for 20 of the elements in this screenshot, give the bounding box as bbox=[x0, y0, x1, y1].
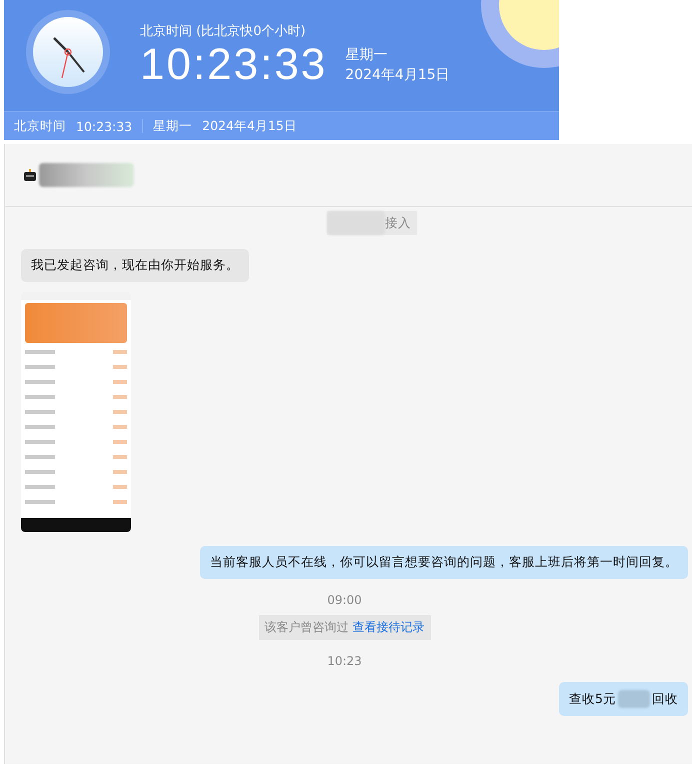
robot-icon bbox=[23, 169, 37, 181]
message-text: 查收5元 bbox=[569, 690, 616, 708]
weekday-label: 星期一 bbox=[345, 46, 388, 64]
clock-time: 10:23:33 bbox=[76, 118, 132, 134]
blurred-text bbox=[618, 690, 650, 708]
clock-caption: 北京时间 (比北京快0个小时) bbox=[140, 23, 307, 40]
clock-label: 北京时间 bbox=[14, 118, 66, 134]
weekday-label: 星期一 bbox=[153, 118, 192, 134]
message-bubble: 我已发起咨询，现在由你开始服务。 bbox=[21, 249, 249, 282]
date-label: 2024年4月15日 bbox=[202, 118, 297, 134]
timestamp: 09:00 bbox=[327, 593, 362, 607]
timestamp: 10:23 bbox=[327, 654, 362, 668]
clock-icon bbox=[26, 10, 110, 94]
date-label: 2024年4月15日 bbox=[345, 66, 450, 84]
clock-time: 10:23:33 bbox=[140, 40, 328, 90]
view-records-link[interactable]: 查看接待记录 bbox=[352, 619, 424, 636]
message-text: 回收 bbox=[652, 690, 678, 708]
message-bubble: 当前客服人员不在线，你可以留言想要咨询的问题，客服上班后将第一时间回复。 bbox=[200, 546, 688, 579]
notice-text: 接入 bbox=[385, 214, 411, 232]
notice-text: 该客户曾咨询过 bbox=[264, 619, 348, 636]
